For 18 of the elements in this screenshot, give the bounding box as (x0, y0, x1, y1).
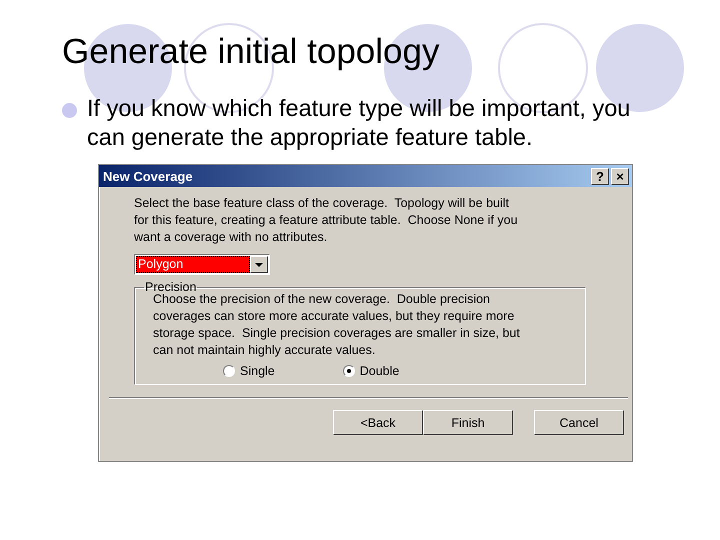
finish-button[interactable]: Finish (423, 410, 513, 435)
slide-title: Generate initial topology (62, 31, 440, 73)
caret-icon (255, 262, 263, 266)
radio-button[interactable] (223, 365, 235, 377)
feature-class-dropdown[interactable]: Polygon (134, 254, 270, 275)
radio-button[interactable] (342, 365, 355, 377)
bullet-text: If you know which feature type will be important, you can generate the appropriate feature table. (87, 94, 632, 152)
radio-label[interactable]: Single (240, 364, 275, 378)
bullet-icon (62, 103, 77, 118)
cancel-button[interactable]: Cancel (534, 410, 624, 435)
close-button[interactable]: × (611, 168, 629, 184)
instruction-text: Select the base feature class of the coverage. Topology will be built for this feature, creating a feature attribute table. Choose None if you want a coverage with no attributes. (134, 195, 519, 246)
back-button[interactable]: <Back (333, 410, 423, 435)
radio-label[interactable]: Double (360, 364, 400, 378)
group-label: Precision (144, 280, 198, 294)
help-button[interactable]: ? (591, 168, 609, 184)
precision-description: Choose the precision of the new coverage. Double precision coverages can store more accurate values, but they require more storage space. Single precision coverages are smaller in size, but can not maintain highly accurate values. (153, 292, 521, 359)
window-title: New Coverage (103, 168, 194, 184)
